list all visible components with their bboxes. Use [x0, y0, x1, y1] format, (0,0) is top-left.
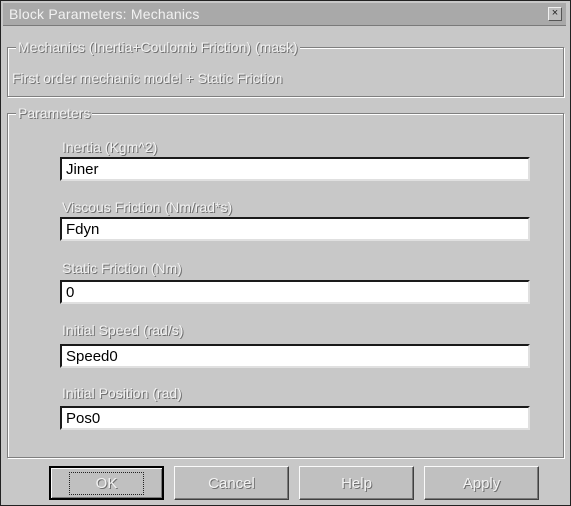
help-button[interactable]: Help [299, 466, 414, 500]
window-title: Block Parameters: Mechanics [9, 6, 200, 22]
static-friction-input[interactable] [60, 280, 530, 304]
close-icon[interactable]: × [548, 7, 562, 21]
initial-speed-label: Initial Speed (rad/s) [62, 322, 184, 338]
static-friction-label: Static Friction (Nm) [62, 260, 182, 276]
cancel-button[interactable]: Cancel [174, 466, 289, 500]
ok-button[interactable]: OK [49, 466, 164, 500]
viscous-friction-label: Viscous Friction (Nm/rad*s) [62, 199, 233, 215]
initial-position-input[interactable] [60, 406, 530, 430]
ok-button-label: OK [68, 471, 145, 495]
viscous-friction-input[interactable] [60, 217, 530, 241]
initial-position-label: Initial Position (rad) [62, 385, 182, 401]
inertia-label: Inertia (Kgm^2) [62, 139, 158, 155]
title-bar[interactable]: Block Parameters: Mechanics × [3, 3, 566, 26]
mask-group-title: Mechanics (Inertia+Coulomb Friction) (ma… [16, 39, 300, 55]
parameters-group-title: Parameters [16, 105, 93, 121]
block-parameters-dialog: Block Parameters: Mechanics × Mechanics … [0, 0, 571, 506]
inertia-input[interactable] [60, 157, 530, 181]
mask-description: First order mechanic model + Static Fric… [12, 70, 283, 86]
apply-button[interactable]: Apply [424, 466, 539, 500]
initial-speed-input[interactable] [60, 344, 530, 368]
mask-groupbox: Mechanics (Inertia+Coulomb Friction) (ma… [7, 39, 564, 97]
